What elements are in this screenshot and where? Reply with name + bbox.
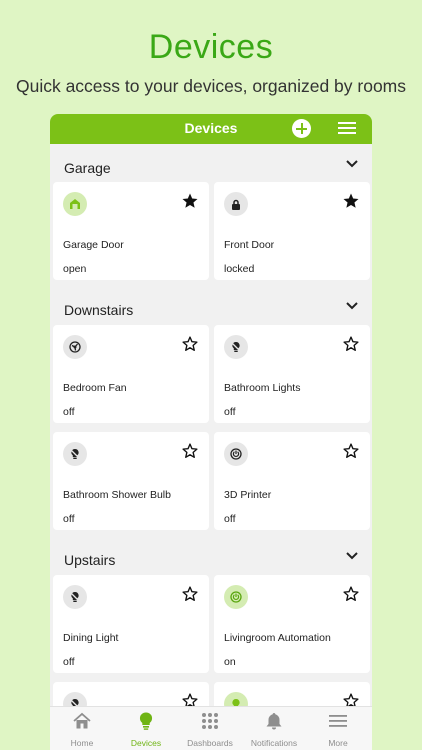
device-name: Garage Door — [63, 239, 124, 251]
hamburger-menu-icon — [329, 715, 347, 727]
device-status: locked — [224, 263, 255, 275]
grid-icon — [202, 713, 218, 729]
power-icon — [224, 442, 248, 466]
chevron-down-icon[interactable] — [346, 302, 358, 310]
device-card[interactable]: Bathroom Shower Bulb off — [53, 432, 209, 530]
hamburger-menu-icon[interactable] — [338, 122, 356, 135]
section-title-downstairs: Downstairs — [64, 302, 134, 318]
device-name: Livingroom Automation — [224, 632, 331, 644]
tab-bar: Home Devices Dashboards Notifications Mo… — [50, 706, 372, 750]
device-name: Bedroom Fan — [63, 382, 127, 394]
tab-label: Home — [70, 738, 94, 748]
tab-devices[interactable]: Devices — [114, 707, 178, 750]
device-status: on — [224, 656, 236, 668]
tab-label: Dashboards — [187, 738, 233, 748]
device-status: off — [224, 406, 236, 418]
bell-icon — [266, 713, 282, 730]
fan-icon — [63, 335, 87, 359]
tab-label: Notifications — [250, 738, 298, 748]
device-name: Bathroom Shower Bulb — [63, 489, 171, 501]
device-card[interactable]: 3D Printer off — [214, 432, 370, 530]
bulb-off-icon — [63, 442, 87, 466]
device-status: off — [63, 656, 75, 668]
device-status: open — [63, 263, 87, 275]
lock-icon — [224, 192, 248, 216]
app-screen: Devices Garage Garage Door open Front Do… — [50, 114, 372, 750]
app-title: Devices — [184, 120, 238, 136]
tab-label: More — [328, 738, 348, 748]
app-header: Devices — [50, 114, 372, 144]
device-card[interactable]: Bathroom Lights off — [214, 325, 370, 423]
bulb-off-icon — [224, 335, 248, 359]
section-title-garage: Garage — [64, 160, 111, 176]
device-name: 3D Printer — [224, 489, 272, 501]
tab-home[interactable]: Home — [50, 707, 114, 750]
star-outline-icon[interactable] — [181, 585, 199, 603]
tab-notifications[interactable]: Notifications — [242, 707, 306, 750]
star-filled-icon[interactable] — [181, 192, 199, 210]
device-card[interactable]: Front Door locked — [214, 182, 370, 280]
star-outline-icon[interactable] — [342, 442, 360, 460]
device-name: Front Door — [224, 239, 275, 251]
device-card[interactable]: Dining Light off — [53, 575, 209, 673]
device-card[interactable]: Garage Door open — [53, 182, 209, 280]
device-name: Dining Light — [63, 632, 119, 644]
device-name: Bathroom Lights — [224, 382, 301, 394]
star-filled-icon[interactable] — [342, 192, 360, 210]
device-card[interactable]: Bedroom Fan off — [53, 325, 209, 423]
device-status: off — [63, 513, 75, 525]
home-icon — [73, 712, 91, 729]
chevron-down-icon[interactable] — [346, 160, 358, 168]
device-card[interactable]: Livingroom Automation on — [214, 575, 370, 673]
star-outline-icon[interactable] — [181, 442, 199, 460]
device-list[interactable]: Garage Garage Door open Front Door locke… — [50, 144, 372, 750]
bulb-icon — [139, 712, 153, 730]
star-outline-icon[interactable] — [181, 335, 199, 353]
tab-label: Devices — [130, 738, 162, 748]
plus-circle-icon[interactable] — [292, 119, 311, 138]
bulb-off-icon — [63, 585, 87, 609]
star-outline-icon[interactable] — [342, 585, 360, 603]
tab-more[interactable]: More — [306, 707, 370, 750]
power-on-icon — [224, 585, 248, 609]
promo-subtitle: Quick access to your devices, organized … — [15, 76, 407, 96]
star-outline-icon[interactable] — [342, 335, 360, 353]
tab-dashboards[interactable]: Dashboards — [178, 707, 242, 750]
device-status: off — [224, 513, 236, 525]
promo-title: Devices — [148, 28, 274, 66]
garage-door-icon — [63, 192, 87, 216]
chevron-down-icon[interactable] — [346, 552, 358, 560]
device-status: off — [63, 406, 75, 418]
section-title-upstairs: Upstairs — [64, 552, 116, 568]
